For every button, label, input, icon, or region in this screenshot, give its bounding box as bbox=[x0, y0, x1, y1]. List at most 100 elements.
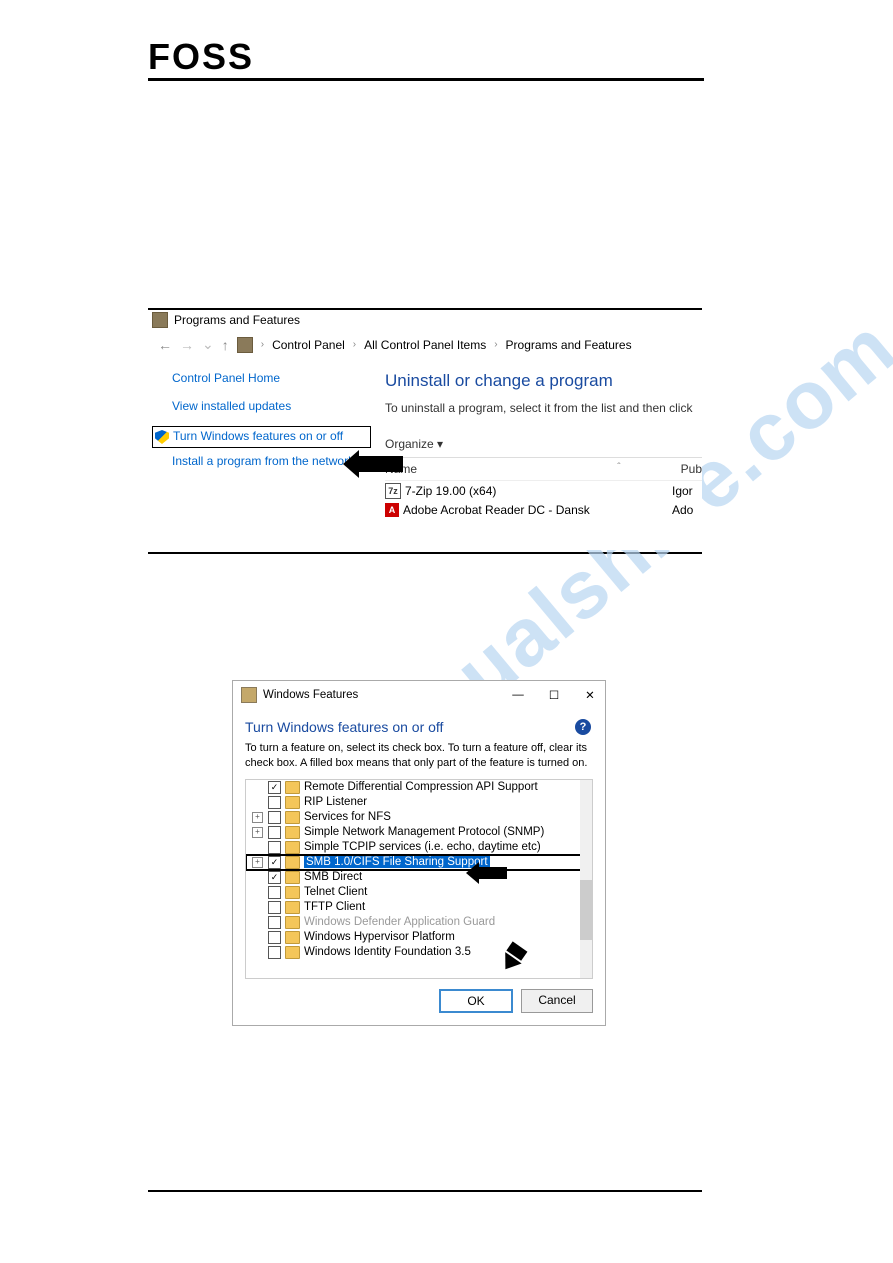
feature-label: Services for NFS bbox=[304, 811, 391, 823]
breadcrumb-item[interactable]: Programs and Features bbox=[506, 338, 632, 352]
checkbox[interactable] bbox=[268, 811, 281, 824]
folder-icon bbox=[285, 826, 300, 839]
control-panel-home-link[interactable]: Control Panel Home bbox=[172, 371, 367, 387]
organize-dropdown[interactable]: Organize ▾ bbox=[385, 433, 702, 455]
callout-arrow bbox=[343, 450, 403, 478]
feature-label: Windows Identity Foundation 3.5 bbox=[304, 946, 471, 958]
feature-item[interactable]: Simple TCPIP services (i.e. echo, daytim… bbox=[246, 840, 592, 855]
breadcrumb-item[interactable]: All Control Panel Items bbox=[364, 338, 486, 352]
minimize-button[interactable]: — bbox=[511, 689, 525, 701]
feature-label: RIP Listener bbox=[304, 796, 367, 808]
checkbox[interactable] bbox=[268, 916, 281, 929]
folder-icon bbox=[285, 931, 300, 944]
chevron-icon: › bbox=[261, 339, 264, 350]
folder-icon bbox=[285, 841, 300, 854]
help-icon[interactable]: ? bbox=[575, 719, 591, 735]
feature-label: Remote Differential Compression API Supp… bbox=[304, 781, 538, 793]
checkbox[interactable] bbox=[268, 841, 281, 854]
dialog-title: Windows Features bbox=[257, 689, 489, 701]
checkbox[interactable]: ✓ bbox=[268, 856, 281, 869]
table-row[interactable]: 7z 7-Zip 19.00 (x64) Igor bbox=[385, 481, 702, 501]
feature-item[interactable]: Windows Defender Application Guard bbox=[246, 915, 592, 930]
cancel-button[interactable]: Cancel bbox=[521, 989, 593, 1013]
breadcrumb-icon bbox=[237, 337, 253, 353]
checkbox[interactable] bbox=[268, 946, 281, 959]
feature-label: Windows Defender Application Guard bbox=[304, 916, 495, 928]
scrollbar[interactable] bbox=[580, 780, 592, 978]
programs-features-window: Programs and Features ← → ⌄ ↑ › Control … bbox=[148, 310, 702, 550]
program-name: Adobe Acrobat Reader DC - Dansk bbox=[403, 503, 668, 517]
dialog-heading: Turn Windows features on or off bbox=[245, 719, 593, 735]
install-from-network-link[interactable]: Install a program from the network bbox=[172, 454, 367, 470]
col-publisher[interactable]: Pub bbox=[681, 462, 702, 476]
folder-icon bbox=[285, 811, 300, 824]
checkbox[interactable] bbox=[268, 826, 281, 839]
checkbox[interactable]: ✓ bbox=[268, 781, 281, 794]
program-publisher: Igor bbox=[672, 484, 702, 498]
sort-chevron-icon: ˆ bbox=[617, 462, 680, 476]
feature-label: TFTP Client bbox=[304, 901, 365, 913]
checkbox[interactable] bbox=[268, 886, 281, 899]
scrollbar-thumb[interactable] bbox=[580, 880, 592, 940]
ok-button[interactable]: OK bbox=[439, 989, 513, 1013]
feature-label: SMB 1.0/CIFS File Sharing Support bbox=[304, 856, 490, 868]
folder-icon bbox=[285, 916, 300, 929]
feature-item[interactable]: ✓ SMB Direct bbox=[246, 870, 592, 885]
main-heading: Uninstall or change a program bbox=[385, 371, 702, 391]
dialog-buttons: OK Cancel bbox=[245, 989, 593, 1013]
close-button[interactable]: ✕ bbox=[583, 688, 597, 702]
feature-item-selected[interactable]: + ✓ SMB 1.0/CIFS File Sharing Support bbox=[246, 855, 592, 870]
sidebar: Control Panel Home View installed update… bbox=[148, 371, 367, 519]
features-list: ✓ Remote Differential Compression API Su… bbox=[245, 779, 593, 979]
program-icon: 7z bbox=[385, 483, 401, 499]
chevron-icon: › bbox=[494, 339, 497, 350]
turn-windows-features-link[interactable]: Turn Windows features on or off bbox=[152, 426, 371, 448]
col-name[interactable]: Name bbox=[385, 462, 617, 476]
feature-item[interactable]: RIP Listener bbox=[246, 795, 592, 810]
window-titlebar: Programs and Features bbox=[148, 310, 702, 334]
feature-label: Simple TCPIP services (i.e. echo, daytim… bbox=[304, 841, 541, 853]
feature-item[interactable]: Windows Identity Foundation 3.5 bbox=[246, 945, 592, 960]
programs-table: Name ˆ Pub 7z 7-Zip 19.00 (x64) Igor A A… bbox=[385, 457, 702, 519]
shield-icon bbox=[155, 430, 169, 444]
main-content: Uninstall or change a program To uninsta… bbox=[367, 371, 702, 519]
nav-bar: ← → ⌄ ↑ › Control Panel › All Control Pa… bbox=[148, 334, 702, 361]
feature-item[interactable]: + Simple Network Management Protocol (SN… bbox=[246, 825, 592, 840]
dialog-description: To turn a feature on, select its check b… bbox=[245, 741, 593, 771]
checkbox[interactable] bbox=[268, 931, 281, 944]
link-label: Turn Windows features on or off bbox=[173, 429, 343, 445]
checkbox[interactable]: ✓ bbox=[268, 871, 281, 884]
expand-icon[interactable]: + bbox=[252, 857, 263, 868]
back-button[interactable]: ← bbox=[158, 337, 172, 353]
chevron-icon: › bbox=[353, 339, 356, 350]
feature-item[interactable]: + Services for NFS bbox=[246, 810, 592, 825]
folder-icon bbox=[285, 796, 300, 809]
folder-icon bbox=[285, 781, 300, 794]
feature-item[interactable]: Telnet Client bbox=[246, 885, 592, 900]
table-row[interactable]: A Adobe Acrobat Reader DC - Dansk Ado bbox=[385, 501, 702, 519]
feature-item[interactable]: Windows Hypervisor Platform bbox=[246, 930, 592, 945]
recent-dropdown[interactable]: ⌄ bbox=[202, 336, 214, 353]
program-name: 7-Zip 19.00 (x64) bbox=[405, 484, 668, 498]
expand-icon[interactable]: + bbox=[252, 812, 263, 823]
view-installed-updates-link[interactable]: View installed updates bbox=[172, 399, 367, 415]
up-button[interactable]: ↑ bbox=[222, 337, 229, 353]
feature-label: SMB Direct bbox=[304, 871, 362, 883]
forward-button[interactable]: → bbox=[180, 337, 194, 353]
feature-label: Simple Network Management Protocol (SNMP… bbox=[304, 826, 544, 838]
divider bbox=[148, 1190, 702, 1192]
feature-item[interactable]: ✓ Remote Differential Compression API Su… bbox=[246, 780, 592, 795]
table-header[interactable]: Name ˆ Pub bbox=[385, 458, 702, 481]
program-publisher: Ado bbox=[672, 503, 702, 517]
checkbox[interactable] bbox=[268, 796, 281, 809]
folder-icon bbox=[285, 856, 300, 869]
program-icon: A bbox=[385, 503, 399, 517]
checkbox[interactable] bbox=[268, 901, 281, 914]
divider bbox=[148, 552, 702, 554]
feature-item[interactable]: TFTP Client bbox=[246, 900, 592, 915]
maximize-button[interactable]: ☐ bbox=[547, 688, 561, 702]
feature-label: Windows Hypervisor Platform bbox=[304, 931, 455, 943]
breadcrumb-item[interactable]: Control Panel bbox=[272, 338, 345, 352]
window-icon bbox=[241, 687, 257, 703]
expand-icon[interactable]: + bbox=[252, 827, 263, 838]
